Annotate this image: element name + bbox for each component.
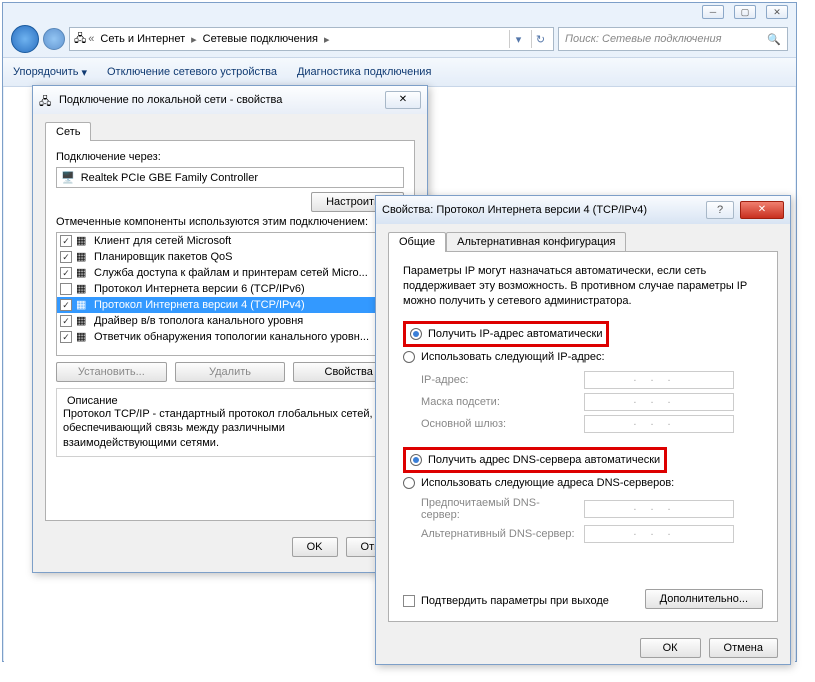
checkbox-icon[interactable] xyxy=(60,283,72,295)
refresh-icon[interactable]: ↻ xyxy=(531,30,549,48)
dlg2-help-button[interactable]: ? xyxy=(706,201,734,219)
dlg2-ok-button[interactable]: ОК xyxy=(640,638,701,658)
tab-network[interactable]: Сеть xyxy=(45,122,91,141)
maximize-button[interactable]: ▢ xyxy=(734,5,756,19)
search-icon: 🔍 xyxy=(767,33,781,46)
network-adapter-icon: 🖧 xyxy=(39,93,53,107)
radio-icon xyxy=(403,351,415,363)
checkbox-icon xyxy=(403,595,415,607)
component-label: Планировщик пакетов QoS xyxy=(94,251,233,263)
component-label: Ответчик обнаружения топологии канальног… xyxy=(94,331,369,343)
dlg1-close-button[interactable]: ✕ xyxy=(385,91,421,109)
radio-dns-manual[interactable]: Использовать следующие адреса DNS-сервер… xyxy=(403,475,763,491)
checkbox-icon[interactable]: ✓ xyxy=(60,267,72,279)
dlg2-cancel-button[interactable]: Отмена xyxy=(709,638,778,658)
toolbar-diagnose[interactable]: Диагностика подключения xyxy=(297,66,431,78)
uninstall-button[interactable]: Удалить xyxy=(175,362,286,382)
search-input[interactable]: Поиск: Сетевые подключения 🔍 xyxy=(558,27,788,51)
tab-alt-config[interactable]: Альтернативная конфигурация xyxy=(446,232,626,252)
ipv4-properties-dialog: Свойства: Протокол Интернета версии 4 (T… xyxy=(375,195,791,665)
dlg2-titlebar: Свойства: Протокол Интернета версии 4 (T… xyxy=(376,196,790,224)
connect-via-label: Подключение через: xyxy=(56,151,404,163)
description-title: Описание xyxy=(63,395,122,407)
component-item[interactable]: ✓ ▦ Ответчик обнаружения топологии канальн… xyxy=(57,329,403,345)
ip-gw-input: ... xyxy=(584,415,734,433)
install-button[interactable]: Установить... xyxy=(56,362,167,382)
dlg1-title: Подключение по локальной сети - свойства xyxy=(59,94,379,106)
crumb-1[interactable]: Сеть и Интернет xyxy=(96,33,189,45)
checkbox-icon[interactable]: ✓ xyxy=(60,315,72,327)
ip-mask-label: Маска подсети: xyxy=(421,396,576,408)
dlg1-ok-button[interactable]: OK xyxy=(292,537,338,557)
protocol-icon: ▦ xyxy=(76,234,90,248)
dlg1-titlebar: 🖧 Подключение по локальной сети - свойст… xyxy=(33,86,427,114)
component-item[interactable]: ✓ ▦ Планировщик пакетов QoS xyxy=(57,249,403,265)
confirm-checkbox[interactable]: Подтвердить параметры при выходе xyxy=(403,595,609,607)
component-label: Протокол Интернета версии 6 (TCP/IPv6) xyxy=(94,283,305,295)
dns-pref-label: Предпочитаемый DNS-сервер: xyxy=(421,497,576,521)
component-label: Клиент для сетей Microsoft xyxy=(94,235,231,247)
advanced-button[interactable]: Дополнительно... xyxy=(645,589,763,609)
adapter-name: Realtek PCIe GBE Family Controller xyxy=(81,172,258,184)
radio-ip-manual[interactable]: Использовать следующий IP-адрес: xyxy=(403,349,763,365)
forward-button[interactable] xyxy=(43,28,65,50)
address-row: 🖧 « Сеть и Интернет ▸ Сетевые подключени… xyxy=(3,21,796,57)
ip-addr-input: ... xyxy=(584,371,734,389)
toolbar-disable[interactable]: Отключение сетевого устройства xyxy=(107,66,277,78)
protocol-icon: ▦ xyxy=(76,298,90,312)
close-button[interactable]: ✕ xyxy=(766,5,788,19)
component-label: Драйвер в/в тополога канального уровня xyxy=(94,315,303,327)
checkbox-icon[interactable]: ✓ xyxy=(60,299,72,311)
radio-dns-auto[interactable]: Получить адрес DNS-сервера автоматически xyxy=(410,452,660,468)
search-placeholder: Поиск: Сетевые подключения xyxy=(565,33,722,45)
dropdown-icon[interactable]: ▾ xyxy=(509,30,527,48)
checkbox-icon[interactable]: ✓ xyxy=(60,331,72,343)
protocol-icon: ▦ xyxy=(76,330,90,344)
component-label: Служба доступа к файлам и принтерам сете… xyxy=(94,267,368,279)
back-button[interactable] xyxy=(11,25,39,53)
explorer-toolbar: Упорядочить ▾ Отключение сетевого устрой… xyxy=(3,57,796,87)
component-item[interactable]: ✓ ▦ Клиент для сетей Microsoft xyxy=(57,233,403,249)
component-item[interactable]: ✓ ▦ Служба доступа к файлам и принтерам се… xyxy=(57,265,403,281)
dns-pref-input: ... xyxy=(584,500,734,518)
ip-addr-label: IP-адрес: xyxy=(421,374,576,386)
dns-alt-input: ... xyxy=(584,525,734,543)
dlg2-title: Свойства: Протокол Интернета версии 4 (T… xyxy=(382,204,700,216)
description-text: Протокол TCP/IP - стандартный протокол г… xyxy=(63,407,397,450)
component-label: Протокол Интернета версии 4 (TCP/IPv4) xyxy=(94,299,305,311)
minimize-button[interactable]: ─ xyxy=(702,5,724,19)
protocol-icon: ▦ xyxy=(76,282,90,296)
protocol-icon: ▦ xyxy=(76,250,90,264)
checkbox-icon[interactable]: ✓ xyxy=(60,235,72,247)
connection-properties-dialog: 🖧 Подключение по локальной сети - свойст… xyxy=(32,85,428,573)
dns-alt-label: Альтернативный DNS-сервер: xyxy=(421,528,576,540)
adapter-box: 🖥️ Realtek PCIe GBE Family Controller xyxy=(56,167,404,188)
protocol-icon: ▦ xyxy=(76,266,90,280)
radio-ip-auto[interactable]: Получить IP-адрес автоматически xyxy=(410,326,602,342)
radio-icon xyxy=(403,477,415,489)
tab-general[interactable]: Общие xyxy=(388,232,446,252)
window-titlebar: ─ ▢ ✕ xyxy=(3,3,796,21)
intro-text: Параметры IP могут назначаться автоматич… xyxy=(403,264,763,309)
adapter-icon: 🖥️ xyxy=(61,171,75,184)
network-icon: 🖧 xyxy=(74,30,86,49)
crumb-2[interactable]: Сетевые подключения xyxy=(199,33,322,45)
breadcrumb-bar[interactable]: 🖧 « Сеть и Интернет ▸ Сетевые подключени… xyxy=(69,27,554,51)
component-item[interactable]: ✓ ▦ Протокол Интернета версии 4 (TCP/IPv4) xyxy=(57,297,403,313)
ip-gw-label: Основной шлюз: xyxy=(421,418,576,430)
protocol-icon: ▦ xyxy=(76,314,90,328)
dlg2-close-button[interactable]: ✕ xyxy=(740,201,784,219)
checkbox-icon[interactable]: ✓ xyxy=(60,251,72,263)
radio-icon xyxy=(410,328,422,340)
component-item[interactable]: ✓ ▦ Драйвер в/в тополога канального уровня xyxy=(57,313,403,329)
ip-mask-input: ... xyxy=(584,393,734,411)
toolbar-organize[interactable]: Упорядочить ▾ xyxy=(13,66,87,79)
components-label: Отмеченные компоненты используются этим … xyxy=(56,216,404,228)
component-item[interactable]: ▦ Протокол Интернета версии 6 (TCP/IPv6) xyxy=(57,281,403,297)
radio-icon xyxy=(410,454,422,466)
components-list[interactable]: ✓ ▦ Клиент для сетей Microsoft ✓ ▦ Планировщи… xyxy=(56,232,404,356)
